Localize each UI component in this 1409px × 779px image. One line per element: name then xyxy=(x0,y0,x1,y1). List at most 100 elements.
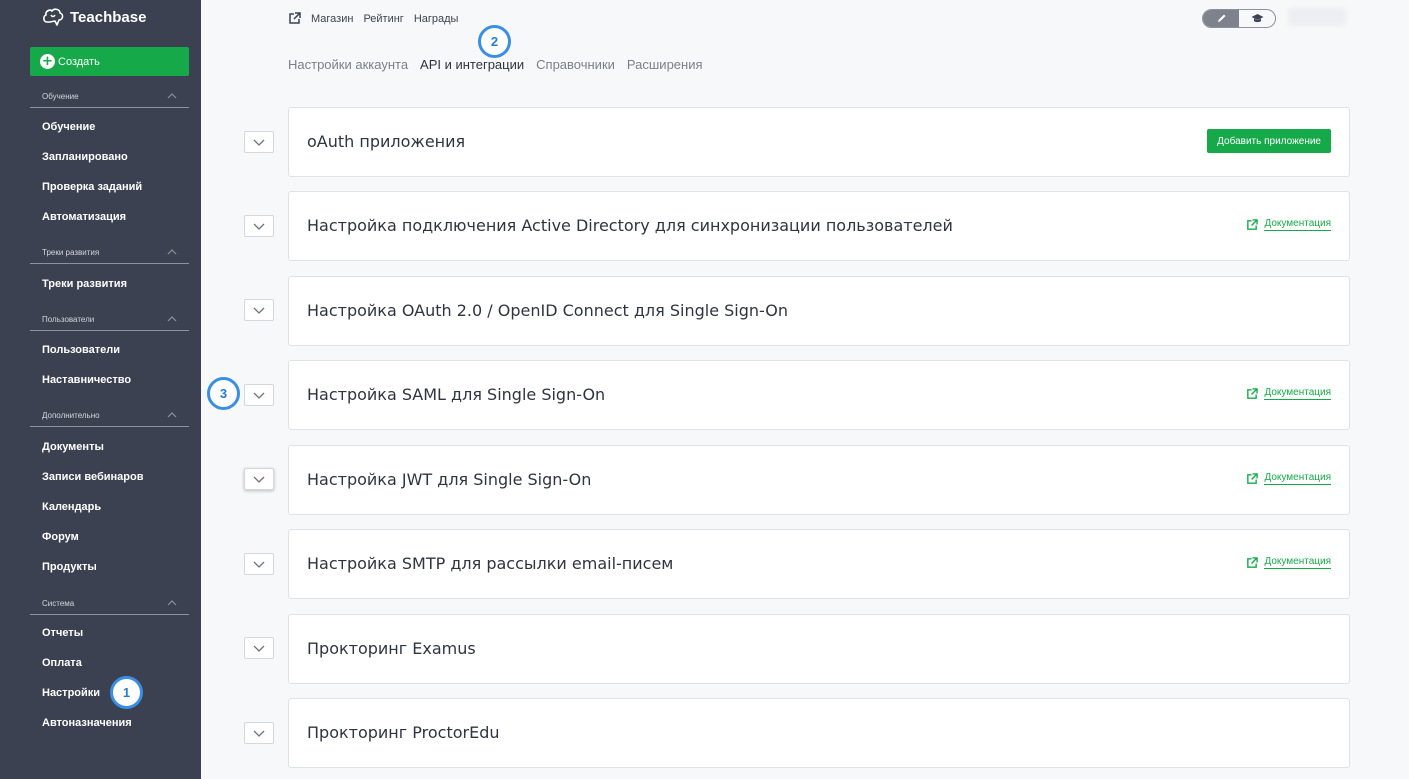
documentation-link[interactable]: Документация xyxy=(1246,218,1331,231)
chevron-up-icon xyxy=(167,316,177,322)
external-link-icon xyxy=(1247,472,1259,484)
create-button-label: Создать xyxy=(58,55,100,68)
brain-logo-icon xyxy=(43,8,64,26)
documentation-label: Документация xyxy=(1264,472,1331,485)
tab-account-settings[interactable]: Настройки аккаунта xyxy=(288,57,408,72)
external-link-icon xyxy=(289,12,301,24)
external-link-icon xyxy=(1247,556,1259,568)
expand-button[interactable] xyxy=(244,722,274,744)
link-shop[interactable]: Магазин xyxy=(311,13,353,25)
documentation-label: Документация xyxy=(1264,556,1331,569)
link-rating[interactable]: Рейтинг xyxy=(363,13,403,25)
card-title: Прокторинг ProctorEdu xyxy=(307,723,500,742)
integration-card-smtp: Настройка SMTP для рассылки email-писем … xyxy=(288,529,1350,599)
documentation-link[interactable]: Документация xyxy=(1246,387,1331,400)
sidebar-item-documents[interactable]: Документы xyxy=(42,441,104,453)
plus-icon: + xyxy=(40,54,55,69)
settings-tabs: Настройки аккаунта API и интеграции Спра… xyxy=(288,57,703,72)
section-header-learning[interactable]: Обучение xyxy=(30,92,189,108)
card-title: Настройка JWT для Single Sign-On xyxy=(307,470,592,489)
card-title: Прокторинг Examus xyxy=(307,639,476,658)
sidebar-item-learning[interactable]: Обучение xyxy=(42,121,95,133)
expand-button[interactable] xyxy=(244,215,274,237)
expand-button[interactable] xyxy=(244,468,274,490)
create-button[interactable]: + Создать xyxy=(30,47,189,76)
card-title: Настройка OAuth 2.0 / OpenID Connect для… xyxy=(307,301,788,320)
external-link-icon xyxy=(1247,387,1259,399)
section-title: Пользователи xyxy=(42,315,95,324)
integration-card-proctoredu: Прокторинг ProctorEdu xyxy=(288,698,1350,768)
section-header-additional[interactable]: Дополнительно xyxy=(30,411,189,427)
logo-text: Teachbase xyxy=(70,8,147,26)
add-application-button[interactable]: Добавить приложение xyxy=(1207,129,1331,153)
chevron-down-icon xyxy=(253,223,265,230)
sidebar-item-payment[interactable]: Оплата xyxy=(42,657,82,669)
documentation-label: Документация xyxy=(1264,387,1331,400)
sidebar-item-forum[interactable]: Форум xyxy=(42,531,79,543)
integration-card-jwt: Настройка JWT для Single Sign-On Докумен… xyxy=(288,445,1350,515)
section-title: Система xyxy=(42,599,75,608)
sidebar-item-mentoring[interactable]: Наставничество xyxy=(42,374,131,386)
card-title: Настройка подключения Active Directory д… xyxy=(307,216,953,235)
chevron-up-icon xyxy=(167,412,177,418)
expand-button[interactable] xyxy=(244,131,274,153)
section-header-tracks[interactable]: Треки развития xyxy=(30,248,189,264)
section-title: Обучение xyxy=(42,92,79,101)
chevron-up-icon xyxy=(167,93,177,99)
integration-card-oauth-openid: Настройка OAuth 2.0 / OpenID Connect для… xyxy=(288,276,1350,346)
sidebar-item-tracks[interactable]: Треки развития xyxy=(42,278,127,290)
graduation-cap-icon xyxy=(1251,14,1263,23)
sidebar-item-settings[interactable]: Настройки xyxy=(42,687,100,699)
sidebar-item-users[interactable]: Пользователи xyxy=(42,344,120,356)
section-title: Треки развития xyxy=(42,248,100,257)
card-title: oAuth приложения xyxy=(307,132,466,151)
integration-card-oauth-apps: oAuth приложения Добавить приложение xyxy=(288,107,1350,177)
section-header-users[interactable]: Пользователи xyxy=(30,315,189,331)
edit-mode-button[interactable] xyxy=(1203,10,1239,27)
expand-button[interactable] xyxy=(244,637,274,659)
step-marker: 3 xyxy=(207,377,240,410)
tab-directories[interactable]: Справочники xyxy=(536,57,615,72)
sidebar-item-automation[interactable]: Автоматизация xyxy=(42,211,126,223)
card-title: Настройка SAML для Single Sign-On xyxy=(307,385,606,404)
integration-card-examus: Прокторинг Examus xyxy=(288,614,1350,684)
expand-button[interactable] xyxy=(244,384,274,406)
chevron-down-icon xyxy=(253,561,265,568)
section-title: Дополнительно xyxy=(42,411,100,420)
chevron-down-icon xyxy=(253,645,265,652)
documentation-link[interactable]: Документация xyxy=(1246,472,1331,485)
documentation-label: Документация xyxy=(1264,218,1331,231)
top-links: Магазин Рейтинг Награды xyxy=(288,12,458,25)
mode-toggle[interactable] xyxy=(1202,9,1276,28)
integration-card-saml: Настройка SAML для Single Sign-On Докуме… xyxy=(288,360,1350,430)
learner-mode-button[interactable] xyxy=(1239,10,1275,27)
sidebar-item-products[interactable]: Продукты xyxy=(42,561,97,573)
chevron-down-icon xyxy=(253,139,265,146)
documentation-link[interactable]: Документация xyxy=(1246,556,1331,569)
sidebar-item-scheduled[interactable]: Запланировано xyxy=(42,151,128,163)
pencil-icon xyxy=(1217,14,1225,22)
expand-button[interactable] xyxy=(244,553,274,575)
chevron-up-icon xyxy=(167,600,177,606)
sidebar: Teachbase + Создать Обучение Обучение За… xyxy=(0,0,201,779)
external-link-icon xyxy=(1247,218,1259,230)
tab-extensions[interactable]: Расширения xyxy=(627,57,703,72)
chevron-up-icon xyxy=(167,249,177,255)
sidebar-item-webinar-records[interactable]: Записи вебинаров xyxy=(42,471,143,483)
sidebar-item-auto-assign[interactable]: Автоназначения xyxy=(42,717,132,729)
integration-card-active-directory: Настройка подключения Active Directory д… xyxy=(288,191,1350,261)
step-marker: 2 xyxy=(478,25,511,58)
chevron-down-icon xyxy=(253,476,265,483)
section-header-system[interactable]: Система xyxy=(30,599,189,615)
expand-button[interactable] xyxy=(244,299,274,321)
sidebar-item-task-review[interactable]: Проверка заданий xyxy=(42,181,142,193)
sidebar-item-calendar[interactable]: Календарь xyxy=(42,501,101,513)
chevron-down-icon xyxy=(253,392,265,399)
tab-api-integrations[interactable]: API и интеграции xyxy=(420,57,524,72)
user-menu[interactable] xyxy=(1288,8,1346,26)
link-rewards[interactable]: Награды xyxy=(414,13,459,25)
card-title: Настройка SMTP для рассылки email-писем xyxy=(307,554,674,573)
sidebar-item-reports[interactable]: Отчеты xyxy=(42,627,83,639)
logo[interactable]: Teachbase xyxy=(42,6,146,28)
step-marker: 1 xyxy=(110,676,143,709)
